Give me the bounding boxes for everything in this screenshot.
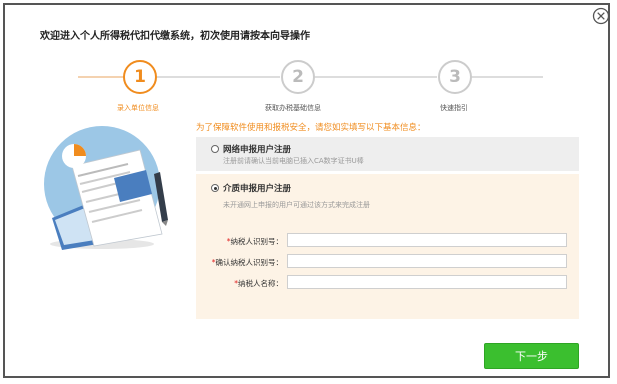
step-2-circle: 2 [281, 60, 315, 94]
option-title: 介质申报用户注册 [223, 184, 292, 194]
confirm-taxpayer-id-label: *确认纳税人识别号： [211, 258, 283, 267]
step-1-circle: 1 [123, 60, 157, 94]
step-1-label: 录入单位信息 [117, 104, 159, 112]
step-3-circle: 3 [438, 60, 472, 94]
instruction-hint: 为了保障软件使用和报税安全，请您如实填写以下基本信息： [196, 123, 426, 133]
confirm-taxpayer-id-input[interactable] [287, 254, 567, 268]
next-step-button[interactable]: 下一步 [484, 343, 579, 369]
radio-media-registration[interactable] [211, 184, 219, 192]
option-description: 未开通网上申报的用户可通过该方式来完成注册 [223, 201, 370, 209]
progress-track-right [471, 76, 543, 78]
option-title: 网络申报用户注册 [223, 145, 292, 155]
taxpayer-id-label: *纳税人识别号： [226, 237, 283, 246]
document-illustration [44, 126, 168, 250]
progress-track-left [78, 76, 123, 78]
taxpayer-id-input[interactable] [287, 233, 567, 247]
step-2-label: 获取办税基础信息 [265, 104, 321, 112]
dialog-title: 欢迎进入个人所得税代扣代缴系统，初次使用请按本向导操作 [40, 31, 310, 42]
taxpayer-name-label: *纳税人名称： [234, 279, 283, 288]
close-icon[interactable] [592, 7, 610, 25]
progress-track [314, 76, 437, 78]
progress-track [157, 76, 280, 78]
radio-online-registration[interactable] [211, 145, 219, 153]
option-online-registration[interactable]: 网络申报用户注册 注册前请确认当前电脑已插入CA数字证书U棒 [196, 137, 579, 171]
option-description: 注册前请确认当前电脑已插入CA数字证书U棒 [223, 157, 364, 165]
taxpayer-name-input[interactable] [287, 275, 567, 289]
step-3-label: 快速指引 [440, 104, 468, 112]
